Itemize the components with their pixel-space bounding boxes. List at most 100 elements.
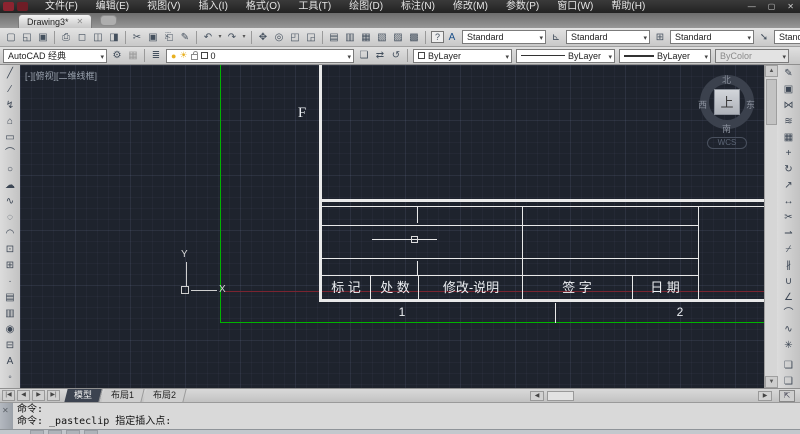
viewcube-south[interactable]: 南 [722,122,731,135]
minimize-button[interactable]: — [742,0,762,13]
command-window-grip[interactable]: ✕ [0,403,13,430]
match-properties-icon[interactable]: ✎ [177,30,193,45]
rectangle-icon[interactable]: ▭ [2,130,18,146]
viewcube-top-face[interactable]: 上 [714,89,740,115]
next-tab-button[interactable]: ▶ [32,390,45,401]
erase-icon[interactable]: ✎ [781,66,797,82]
menu-modify[interactable]: 修改(M) [444,0,497,13]
zoom-previous-icon[interactable]: ◲ [303,30,319,45]
construction-line-icon[interactable]: ∕ [2,82,18,98]
viewcube-east[interactable]: 东 [746,98,755,111]
document-tab-drawing3[interactable]: Drawing3* ✕ [18,14,92,28]
command-history[interactable]: 命令: 命令: _pasteclip 指定插入点: [13,403,800,429]
bring-to-front-icon[interactable]: ❏ [781,358,797,374]
restore-button[interactable]: ▢ [762,0,782,13]
region-icon[interactable]: ◉ [2,322,18,338]
layer-color-swatch[interactable] [201,52,208,59]
undo-dropdown-icon[interactable]: ▾ [216,30,224,45]
workspace-settings-icon[interactable]: ⚙ [109,48,125,63]
close-button[interactable]: ✕ [781,0,800,13]
command-close-icon[interactable]: ✕ [2,406,9,415]
horizontal-scrollbar[interactable]: ◀ ▶ ⇱ [185,389,800,403]
separator[interactable] [322,31,323,44]
spline-icon[interactable]: ∿ [2,194,18,210]
layer-freeze-icon[interactable]: ☀ [179,50,187,61]
explode-icon[interactable]: ✳ [781,338,797,354]
prev-tab-button[interactable]: ◀ [17,390,30,401]
scroll-up-icon[interactable]: ▲ [765,65,778,77]
tab-model[interactable]: 模型 [64,389,102,402]
multileader-style-icon[interactable]: ➘ [756,30,772,45]
multiline-text-icon[interactable]: A [2,354,18,370]
insertion-marker-grip[interactable] [411,236,418,243]
paste-icon[interactable]: ⎗ [161,30,177,45]
object-color-dropdown[interactable]: ByLayer [413,49,512,63]
table-style-dropdown[interactable]: Standard [670,30,754,44]
polygon-icon[interactable]: ⌂ [2,114,18,130]
ellipse-icon[interactable]: ◌ [2,210,18,226]
fillet-icon[interactable]: ⌒ [781,306,797,322]
lineweight-dropdown[interactable]: ByLayer [619,49,711,63]
tab-layout2[interactable]: 布局2 [143,389,186,402]
polyline-icon[interactable]: ↯ [2,98,18,114]
markup-set-icon[interactable]: ▨ [390,30,406,45]
open-icon[interactable]: ◱ [19,30,35,45]
break-at-point-icon[interactable]: ⌿ [781,242,797,258]
layer-dropdown[interactable]: ● ☀ 0 [166,49,354,63]
menu-window[interactable]: 窗口(W) [548,0,602,13]
scroll-down-icon[interactable]: ▼ [765,376,778,388]
text-style-icon[interactable]: A [444,30,460,45]
stretch-icon[interactable]: ↔ [781,194,797,210]
maximize-viewport-icon[interactable]: ⇱ [779,390,795,402]
viewcube-west[interactable]: 西 [698,98,707,111]
save-icon[interactable]: ▣ [35,30,51,45]
break-icon[interactable]: ∦ [781,258,797,274]
copy-icon[interactable]: ▣ [781,82,797,98]
menu-dimension[interactable]: 标注(N) [392,0,444,13]
last-tab-button[interactable]: ▶| [47,390,60,401]
qnew-icon[interactable]: ▢ [3,30,19,45]
first-tab-button[interactable]: |◀ [2,390,15,401]
layer-previous-icon[interactable]: ↺ [388,48,404,63]
separator[interactable] [251,31,252,44]
layer-on-icon[interactable]: ● [171,51,176,61]
table-style-icon[interactable]: ⊞ [652,30,668,45]
insert-block-icon[interactable]: ⊡ [2,242,18,258]
help-icon[interactable]: ? [431,31,444,43]
zoom-window-icon[interactable]: ◰ [287,30,303,45]
ellipse-arc-icon[interactable]: ◠ [2,226,18,242]
tab-close-icon[interactable]: ✕ [77,17,84,26]
mirror-icon[interactable]: ⋈ [781,98,797,114]
export-dwf-icon[interactable]: ◨ [106,30,122,45]
separator[interactable] [196,31,197,44]
revision-cloud-icon[interactable]: ☁ [2,178,18,194]
separator[interactable] [425,31,426,44]
app-icon-2[interactable] [17,2,28,11]
zoom-realtime-icon[interactable]: ◎ [271,30,287,45]
plot-preview-icon[interactable]: ◻ [74,30,90,45]
redo-icon[interactable]: ↷ [224,30,240,45]
menu-draw[interactable]: 绘图(D) [340,0,392,13]
layer-properties-icon[interactable]: ≣ [148,48,164,63]
rotate-icon[interactable]: ↻ [781,162,797,178]
properties-icon[interactable]: ▤ [326,30,342,45]
chamfer-icon[interactable]: ∠ [781,290,797,306]
horizontal-scroll-thumb[interactable] [547,391,574,401]
dimension-style-icon[interactable]: ⊾ [548,30,564,45]
menu-parametric[interactable]: 参数(P) [497,0,548,13]
wcs-dropdown[interactable]: WCS [707,137,747,149]
layer-match-icon[interactable]: ⇄ [372,48,388,63]
scale-icon[interactable]: ↗ [781,178,797,194]
arc-icon[interactable]: ⌒ [2,146,18,162]
line-icon[interactable]: ╱ [2,66,18,82]
linetype-dropdown[interactable]: ByLayer [516,49,615,63]
menu-view[interactable]: 视图(V) [138,0,189,13]
quickcalc-icon[interactable]: ▩ [406,30,422,45]
plot-icon[interactable]: ⎙ [58,30,74,45]
vertical-scrollbar[interactable]: ▲ ▼ [764,65,777,388]
join-icon[interactable]: ∪ [781,274,797,290]
layer-lock-icon[interactable] [191,54,198,60]
text-style-dropdown[interactable]: Standard [462,30,546,44]
pan-icon[interactable]: ✥ [255,30,271,45]
workspace-dropdown[interactable]: AutoCAD 经典 [3,49,107,63]
